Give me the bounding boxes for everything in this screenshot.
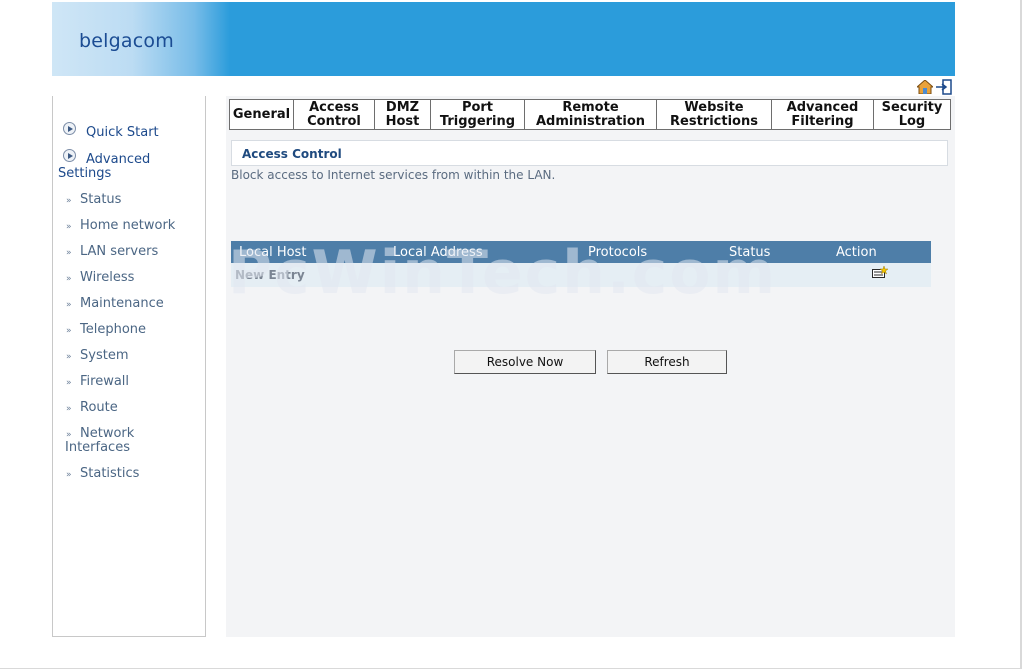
sidebar-item-label: Settings [58,166,112,181]
table-row: New Entry [231,263,931,287]
tab-advanced-filtering[interactable]: Advanced Filtering [771,100,873,129]
sidebar-item-label: Telephone [80,322,147,337]
bullet-icon: » [66,300,72,310]
sidebar-item-maintenance[interactable]: Maintenance [80,297,164,311]
sidebar-item-system[interactable]: System [80,349,128,363]
bullet-icon: » [66,404,72,414]
sidebar-item-quick-start[interactable]: Quick Start [86,126,159,140]
tab-dmz-host[interactable]: DMZ Host [374,100,430,129]
tab-remote-administration[interactable]: Remote Administration [524,100,656,129]
section-description: Block access to Internet services from w… [231,168,556,182]
sidebar-item-label: Home network [80,218,176,233]
bullet-icon: » [66,196,72,206]
page-title: Access Control [242,147,342,161]
sidebar-item-label: System [80,348,129,363]
sidebar-item-status[interactable]: Status [80,193,121,207]
tab-label: General [232,106,291,122]
brand-logo: belgacom [79,30,174,52]
logout-icon[interactable] [936,79,952,95]
brand-area: belgacom [52,2,230,76]
sidebar-item-label: Statistics [80,466,140,481]
bullet-icon: » [66,470,72,480]
bullet-icon: » [66,378,72,388]
circle-arrow-icon [63,122,76,135]
tab-label: Website Restrictions [670,99,758,129]
bullet-icon: » [66,222,72,232]
sidebar-item-telephone[interactable]: Telephone [80,323,146,337]
sidebar-item-network-interfaces[interactable]: Network [80,427,134,441]
bullet-icon: » [66,326,72,336]
sidebar-item-label: Advanced [86,152,151,167]
sidebar-item-home-network[interactable]: Home network [80,219,175,233]
tab-port-triggering[interactable]: Port Triggering [430,100,524,129]
column-header-local-host: Local Host [239,245,307,260]
tab-bar: General Access Control DMZ Host Port Trigge… [229,99,951,130]
section-header: Access Control [231,140,948,166]
table-header: Local Host Local Address Protocols Statu… [231,241,931,263]
sidebar-item-statistics[interactable]: Statistics [80,467,139,481]
tab-label: Security Log [881,99,943,129]
sidebar-item-label: Quick Start [86,125,159,140]
circle-arrow-icon [63,149,76,162]
refresh-button[interactable]: Refresh [607,350,727,374]
sidebar-item-network-interfaces-line2[interactable]: Interfaces [65,441,130,455]
sidebar-item-label: Status [80,192,122,207]
bullet-icon: » [66,352,72,362]
resolve-now-button[interactable]: Resolve Now [454,350,596,374]
bullet-icon: » [66,274,72,284]
sidebar-item-label: Interfaces [65,440,130,455]
bullet-icon: » [66,248,72,258]
new-entry-link[interactable]: New Entry [235,268,305,282]
sidebar-item-label: Wireless [80,270,135,285]
tab-label: Access Control [307,99,361,129]
tab-access-control[interactable]: Access Control [293,100,374,129]
header-banner: belgacom [52,2,955,76]
column-header-action: Action [836,245,877,260]
column-header-local-address: Local Address [393,245,483,260]
sidebar-item-firewall[interactable]: Firewall [80,375,129,389]
sidebar-item-wireless[interactable]: Wireless [80,271,134,285]
tab-website-restrictions[interactable]: Website Restrictions [656,100,771,129]
sidebar: Quick Start Advanced Settings » Status »… [52,96,206,637]
sidebar-item-label: Maintenance [80,296,164,311]
sidebar-item-label: LAN servers [80,244,159,259]
column-header-protocols: Protocols [588,245,648,260]
bullet-icon: » [66,430,72,440]
sidebar-item-route[interactable]: Route [80,401,118,415]
column-header-status: Status [729,245,771,260]
tab-security-log[interactable]: Security Log [873,100,950,129]
tab-label: DMZ Host [385,99,420,129]
tab-general[interactable]: General [230,100,293,129]
home-icon[interactable] [917,80,933,94]
sidebar-item-label: Firewall [80,374,130,389]
tab-label: Advanced Filtering [786,99,859,129]
sidebar-item-advanced-settings-line2[interactable]: Settings [58,167,111,181]
sidebar-item-lan-servers[interactable]: LAN servers [80,245,158,259]
sidebar-item-label: Network [80,426,135,441]
add-entry-icon[interactable] [872,266,888,280]
sidebar-item-advanced-settings[interactable]: Advanced [86,153,150,167]
tab-label: Port Triggering [439,99,516,129]
tab-label: Remote Administration [535,99,646,129]
sidebar-item-label: Route [80,400,118,415]
